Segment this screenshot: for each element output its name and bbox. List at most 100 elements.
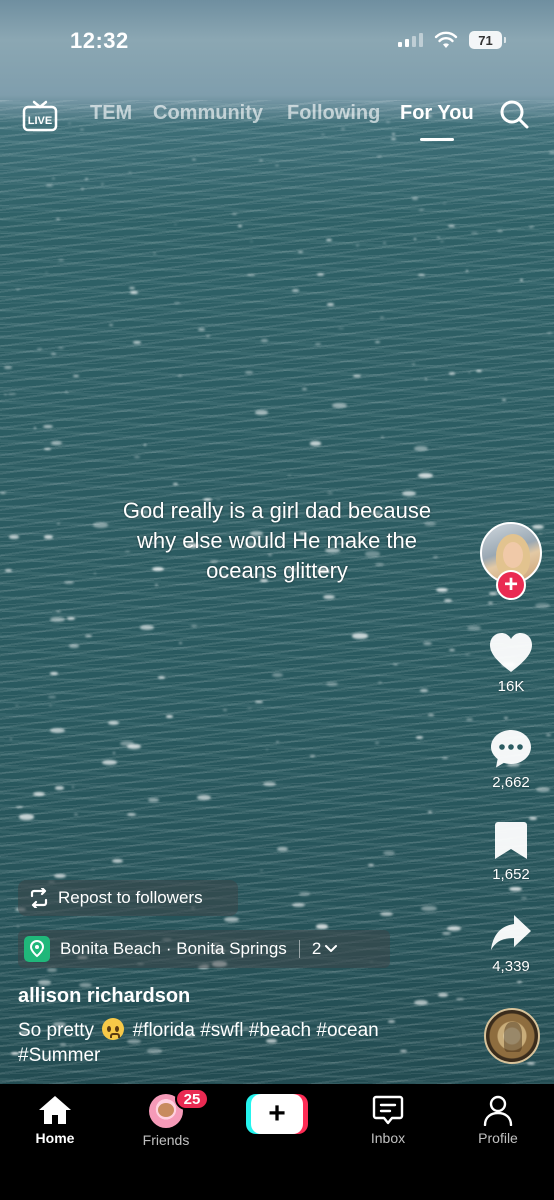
like-button[interactable]: 16K (478, 632, 544, 695)
water-glint (520, 279, 523, 281)
water-glint (91, 868, 96, 871)
water-glint (443, 202, 447, 205)
follow-button[interactable]: + (496, 570, 526, 600)
water-glint (48, 695, 56, 699)
bottom-tab-bar: Home 25 Friends + Inbox Profile (0, 1084, 554, 1200)
water-glint (448, 372, 456, 375)
plus-icon: + (251, 1094, 303, 1134)
location-more[interactable]: 2 (311, 939, 338, 959)
water-glint (165, 715, 173, 718)
water-glint (547, 331, 553, 334)
water-glint (413, 446, 428, 452)
comment-count: 2,662 (492, 774, 530, 791)
tab-for-you[interactable]: For You (400, 102, 474, 125)
location-tag[interactable]: Bonita Beach · Bonita Springs 2 (18, 930, 390, 968)
water-glint (14, 704, 19, 707)
wifi-icon (434, 31, 458, 48)
water-glint (4, 568, 13, 572)
live-button[interactable]: LIVE (22, 98, 58, 132)
water-glint (3, 366, 12, 369)
water-glint (439, 240, 445, 243)
water-glint (355, 244, 360, 247)
tab-tem[interactable]: TEM (90, 102, 132, 125)
water-glint (299, 891, 310, 896)
water-glint (538, 532, 542, 535)
repost-button[interactable]: Repost to followers (18, 880, 238, 916)
water-glint (43, 424, 53, 428)
share-arrow-icon (491, 915, 531, 950)
water-glint (375, 742, 380, 744)
water-glint (101, 183, 104, 185)
tab-profile[interactable]: Profile (453, 1094, 543, 1146)
water-glint (309, 441, 322, 446)
water-glint (93, 572, 96, 575)
water-glint (49, 616, 65, 623)
water-glint (380, 436, 385, 438)
water-glint (317, 273, 325, 276)
bookmark-button[interactable]: 1,652 (478, 820, 544, 883)
water-glint (338, 327, 344, 330)
water-glint (72, 786, 75, 788)
water-glint (48, 704, 53, 707)
comment-icon (491, 730, 531, 768)
water-glint (382, 851, 396, 856)
water-glint (353, 374, 361, 378)
tab-friends[interactable]: 25 Friends (121, 1088, 211, 1148)
tab-inbox[interactable]: Inbox (343, 1094, 433, 1146)
water-glint (423, 642, 433, 646)
water-glint (444, 599, 452, 603)
music-disc-icon[interactable] (484, 1008, 540, 1064)
water-glint (428, 714, 434, 717)
water-glint (331, 403, 347, 409)
live-icon: LIVE (22, 100, 58, 132)
water-glint (509, 886, 522, 891)
water-glint (437, 993, 449, 998)
comment-button[interactable]: 2,662 (478, 728, 544, 791)
water-glint (81, 188, 85, 190)
water-glint (52, 177, 56, 180)
location-count: 2 (311, 939, 322, 958)
water-glint (276, 741, 280, 743)
water-glint (456, 997, 464, 1001)
repost-label: Repost to followers (58, 888, 203, 907)
friends-notification-badge: 25 (175, 1088, 209, 1110)
water-glint (73, 375, 79, 378)
water-glint (85, 635, 92, 638)
creator-username[interactable]: allison richardson (18, 985, 190, 1008)
water-glint (465, 718, 474, 721)
water-glint (191, 625, 198, 628)
live-label: LIVE (28, 115, 52, 127)
tab-home[interactable]: Home (10, 1094, 100, 1146)
water-glint (534, 602, 550, 609)
water-glint (414, 999, 429, 1005)
water-glint (260, 339, 269, 342)
home-icon (39, 1096, 71, 1124)
water-glint (246, 707, 253, 710)
water-glint (446, 926, 462, 932)
share-button[interactable]: 4,339 (478, 912, 544, 975)
create-button[interactable]: + (246, 1094, 308, 1134)
water-glint (238, 225, 243, 227)
status-time: 12:32 (70, 28, 129, 53)
water-glint (157, 675, 166, 679)
water-glint (260, 869, 263, 872)
tab-following[interactable]: Following (287, 102, 380, 125)
water-glint (467, 371, 471, 374)
water-glint (139, 625, 154, 631)
water-glint (419, 209, 425, 211)
water-glint (16, 288, 21, 291)
water-glint (148, 798, 160, 803)
water-glint (66, 617, 75, 620)
water-glint (68, 644, 79, 648)
video-overlay-text: God really is a girl dad because why els… (122, 498, 432, 583)
water-glint (475, 369, 483, 372)
water-glint (45, 271, 48, 274)
water-glint (258, 159, 263, 162)
tab-community[interactable]: Community (153, 102, 263, 125)
water-glint (54, 874, 66, 879)
water-glint (108, 324, 113, 326)
water-glint (249, 240, 253, 243)
search-icon[interactable] (498, 98, 530, 130)
water-glint (487, 601, 494, 604)
water-glint (44, 447, 51, 451)
